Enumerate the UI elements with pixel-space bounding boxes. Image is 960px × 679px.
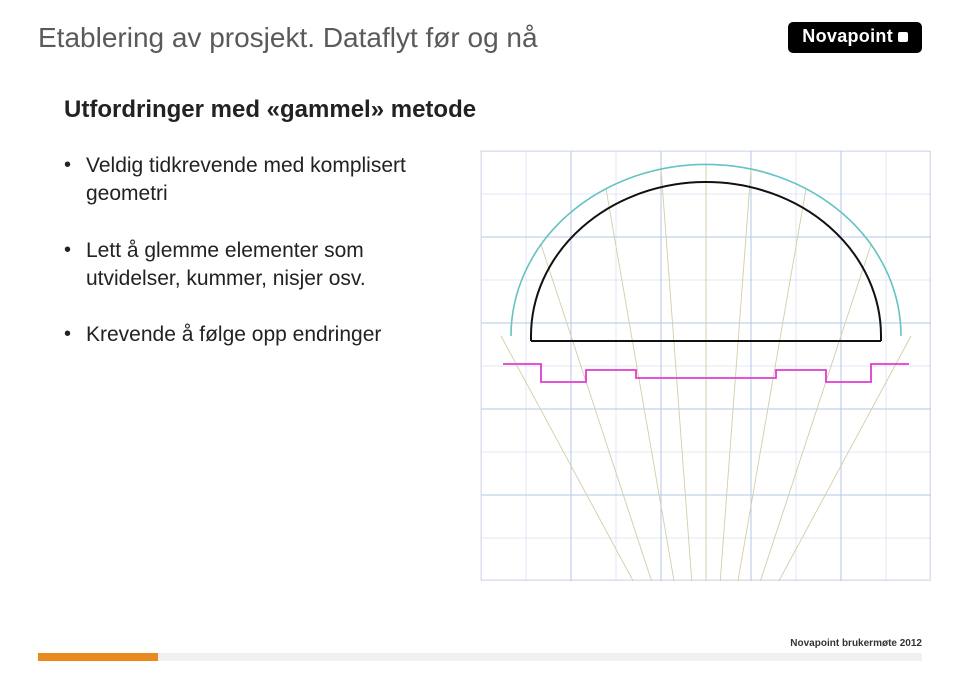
- tunnel-svg: [481, 151, 931, 581]
- footer-bar-accent: [38, 653, 158, 661]
- header: Etablering av prosjekt. Dataflyt før og …: [38, 22, 922, 54]
- logo-dot-icon: [898, 32, 908, 42]
- footer-text: Novapoint brukermøte 2012: [790, 638, 922, 649]
- bullet-list: Veldig tidkrevende med komplisert geomet…: [64, 152, 454, 378]
- bullet-item: Veldig tidkrevende med komplisert geomet…: [64, 152, 454, 209]
- novapoint-logo: Novapoint: [788, 22, 922, 53]
- bullet-item: Krevende å følge opp endringer: [64, 321, 454, 349]
- bullet-item: Lett å glemme elementer som utvidelser, …: [64, 237, 454, 294]
- logo-text: Novapoint: [802, 26, 893, 47]
- slide-title: Etablering av prosjekt. Dataflyt før og …: [38, 22, 538, 54]
- slide: Etablering av prosjekt. Dataflyt før og …: [0, 0, 960, 679]
- slide-subtitle: Utfordringer med «gammel» metode: [64, 96, 476, 124]
- tunnel-diagram: [480, 150, 930, 580]
- footer-bar: [38, 653, 922, 661]
